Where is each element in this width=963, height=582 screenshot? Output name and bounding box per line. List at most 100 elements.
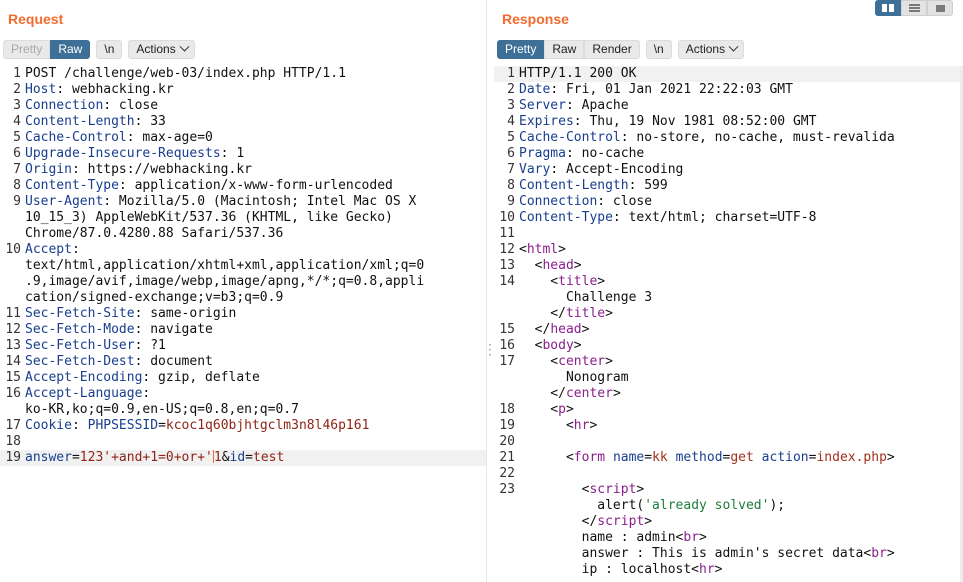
code-token: form xyxy=(573,450,606,465)
code-token: : document xyxy=(134,354,213,369)
code-token: head xyxy=(550,322,582,337)
line-number: 15 xyxy=(5,370,21,385)
line-content: POST /challenge/web-03/index.php HTTP/1.… xyxy=(21,66,486,82)
code-token: script xyxy=(589,482,637,497)
response-actions-menu[interactable]: Actions xyxy=(677,40,745,59)
line-content xyxy=(515,434,963,450)
code-token: ko-KR,ko;q=0.9,en-US;q=0.8,en;q=0.7 xyxy=(25,402,299,417)
line-content: Date: Fri, 01 Jan 2021 22:22:03 GMT xyxy=(515,82,963,98)
code-token: > xyxy=(581,322,590,337)
request-editor[interactable]: 1 POST /challenge/web-03/index.php HTTP/1… xyxy=(0,66,486,582)
pane-divider[interactable]: · · · xyxy=(486,0,494,582)
code-token: Host xyxy=(25,82,57,97)
code-token: kcoc1q60bjhtgclm3n8l46p161 xyxy=(165,418,370,433)
line-content: Content-Length: 33 xyxy=(21,114,486,130)
line-number: 4 xyxy=(507,114,515,129)
response-pane: Response Pretty Raw Render \n Actions 1H… xyxy=(494,0,963,582)
code-line: 23 <script> xyxy=(494,482,963,498)
code-token: Content-Length xyxy=(25,114,135,129)
request-tab-raw[interactable]: Raw xyxy=(50,40,91,59)
line-content: 10_15_3) AppleWebKit/537.36 (KHTML, like… xyxy=(21,210,486,226)
code-line: 18 xyxy=(0,434,486,450)
line-content: Cookie: PHPSESSID=kcoc1q60bjhtgclm3n8l46… xyxy=(21,418,486,434)
code-line: 17 Cookie: PHPSESSID=kcoc1q60bjhtgclm3n8l… xyxy=(0,418,486,434)
code-line: 7 Origin: https://webhacking.kr xyxy=(0,162,486,178)
code-token: : Accept-Encoding xyxy=(550,162,684,177)
line-content: Origin: https://webhacking.kr xyxy=(21,162,486,178)
line-number: 1 xyxy=(13,66,21,81)
code-token: hr xyxy=(699,562,715,577)
code-token: : 33 xyxy=(134,114,166,129)
code-token: Pragma xyxy=(519,146,566,161)
code-line: Challenge 3 xyxy=(494,290,963,306)
code-line: 1 POST /challenge/web-03/index.php HTTP/1… xyxy=(0,66,486,82)
line-number: 12 xyxy=(499,242,515,257)
code-token: cation/signed-exchange;v=b3;q=0.9 xyxy=(25,290,284,305)
code-token: < xyxy=(519,242,527,257)
code-token: ip : localhost< xyxy=(519,562,700,577)
layout-stacked-button[interactable] xyxy=(901,0,927,16)
code-token: = xyxy=(644,450,653,465)
code-token: head xyxy=(542,258,574,273)
code-token: : close xyxy=(103,98,159,113)
text-cursor xyxy=(212,450,214,463)
code-token: Connection xyxy=(519,194,598,209)
code-token: title xyxy=(565,306,606,321)
code-token: = xyxy=(245,450,253,465)
line-number: 16 xyxy=(499,338,515,353)
code-token: name xyxy=(612,450,645,465)
code-token: > xyxy=(558,242,566,257)
code-token: </ xyxy=(519,386,566,401)
response-tab-render[interactable]: Render xyxy=(584,40,640,59)
line-content: .9,image/avif,image/webp,image/apng,*/*;… xyxy=(21,274,486,290)
request-tab-pretty[interactable]: Pretty xyxy=(3,40,51,59)
code-token: : Apache xyxy=(565,98,629,113)
code-line: 6 Upgrade-Insecure-Requests: 1 xyxy=(0,146,486,162)
code-token: index.php xyxy=(816,450,887,465)
code-token: Sec-Fetch-Mode xyxy=(25,322,135,337)
response-tab-pretty[interactable]: Pretty xyxy=(497,40,545,59)
response-newline-toggle[interactable]: \n xyxy=(645,40,672,59)
line-content: HTTP/1.1 200 OK xyxy=(515,66,963,82)
code-line: </script> xyxy=(494,514,963,530)
code-token: Server xyxy=(519,98,566,113)
line-number: 11 xyxy=(499,226,515,241)
line-content: answer : This is admin's secret data<br> xyxy=(515,546,963,562)
code-token: body xyxy=(542,338,574,353)
code-token: : Thu, 19 Nov 1981 08:52:00 GMT xyxy=(573,114,817,129)
code-token: Accept-Encoding xyxy=(25,370,143,385)
request-actions-menu[interactable]: Actions xyxy=(128,40,195,59)
line-number xyxy=(494,370,515,386)
line-content: answer=123'+and+1=0+or+'1&id=test xyxy=(21,450,486,466)
code-token: > xyxy=(612,386,621,401)
code-token: < xyxy=(519,418,574,433)
line-content: Accept-Language: xyxy=(21,386,486,402)
code-line: .9,image/avif,image/webp,image/apng,*/*;… xyxy=(0,274,486,290)
code-token: br xyxy=(871,546,887,561)
code-line: 7 Vary: Accept-Encoding xyxy=(494,162,963,178)
code-token: </ xyxy=(519,514,598,529)
code-token: : ?1 xyxy=(134,338,166,353)
code-token: < xyxy=(519,274,559,289)
response-toolbar: Pretty Raw Render \n Actions xyxy=(497,40,745,59)
code-line: 19 <hr> xyxy=(494,418,963,434)
line-content: Content-Type: application/x-www-form-url… xyxy=(21,178,486,194)
code-token: alert( xyxy=(519,498,645,513)
code-token: < xyxy=(519,258,543,273)
code-token: name : admin< xyxy=(519,530,684,545)
layout-tabs-button[interactable] xyxy=(927,0,953,16)
code-line: 16 Accept-Language: xyxy=(0,386,486,402)
line-number: 7 xyxy=(13,162,21,177)
drag-handle-icon[interactable]: · · · xyxy=(488,339,492,361)
code-token: </ xyxy=(519,306,566,321)
line-number: 11 xyxy=(5,306,21,321)
layout-split-button[interactable] xyxy=(875,0,901,16)
code-line: 16 <body> xyxy=(494,338,963,354)
request-newline-toggle[interactable]: \n xyxy=(96,40,123,59)
code-token: Sec-Fetch-User xyxy=(25,338,135,353)
chevron-down-icon xyxy=(179,41,190,52)
line-content: Server: Apache xyxy=(515,98,963,114)
line-content: Vary: Accept-Encoding xyxy=(515,162,963,178)
line-content: Sec-Fetch-Dest: document xyxy=(21,354,486,370)
response-tab-raw[interactable]: Raw xyxy=(544,40,585,59)
